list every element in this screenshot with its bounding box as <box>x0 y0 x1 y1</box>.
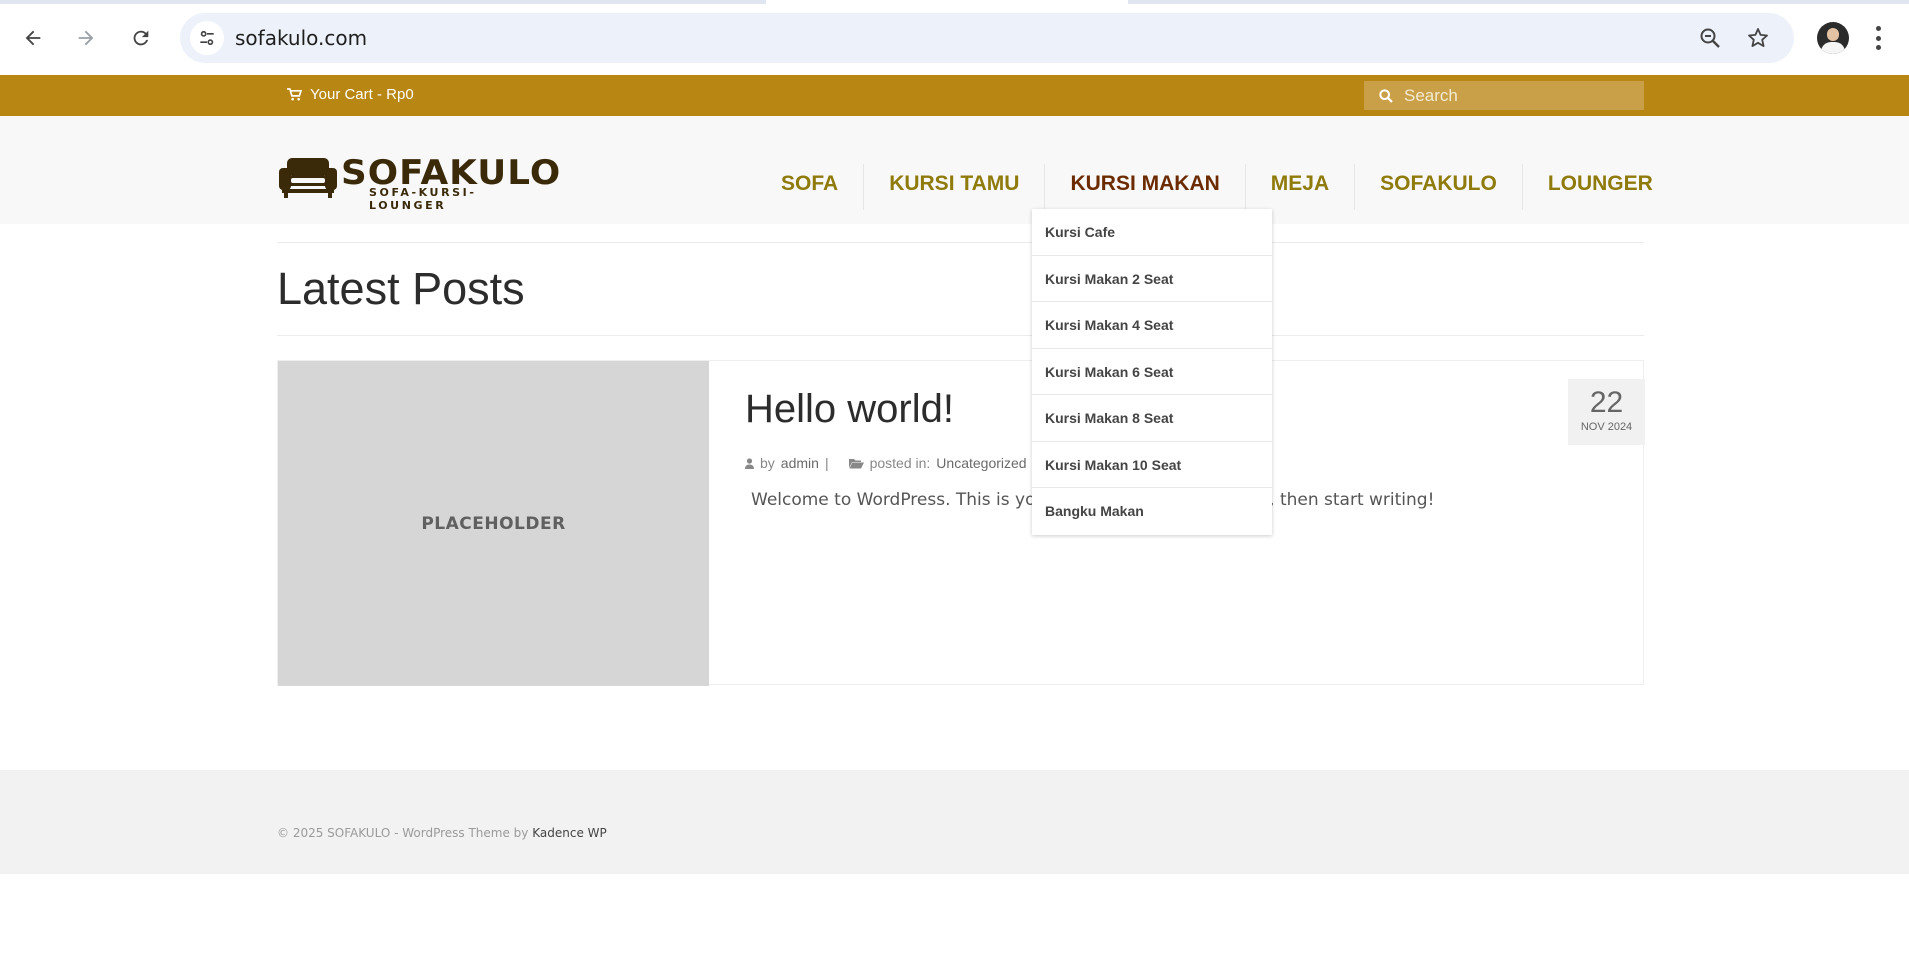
bookmark-button[interactable] <box>1745 25 1771 51</box>
bookmark-star-icon <box>1748 28 1768 47</box>
logo-tagline: SOFA-KURSI-LOUNGER <box>369 186 477 212</box>
search-input[interactable] <box>1404 85 1624 106</box>
address-bar[interactable]: sofakulo.com <box>180 13 1794 63</box>
browser-chrome: sofakulo.com <box>0 0 1909 75</box>
logo-wordmark: SOFAKULO <box>341 153 562 193</box>
main-nav: SOFA KURSI TAMU KURSI MAKAN MEJA SOFAKUL… <box>756 164 1678 210</box>
search-icon <box>1379 88 1393 103</box>
post-date-day: 22 <box>1589 386 1624 419</box>
back-button[interactable] <box>15 20 51 56</box>
url-text[interactable]: sofakulo.com <box>235 26 367 50</box>
dropdown-item[interactable]: Kursi Makan 8 Seat <box>1032 395 1272 442</box>
zoom-button[interactable] <box>1697 25 1723 51</box>
site-footer: © 2025 SOFAKULO - WordPress Theme by Kad… <box>0 770 1909 874</box>
divider <box>277 335 1644 336</box>
cart-link[interactable]: Your Cart - Rp0 <box>287 86 414 103</box>
user-icon <box>745 457 754 469</box>
nav-item-lounger[interactable]: LOUNGER <box>1521 164 1678 210</box>
nav-item-kursi-tamu[interactable]: KURSI TAMU <box>863 164 1044 210</box>
nav-item-meja[interactable]: MEJA <box>1244 164 1354 210</box>
dropdown-item[interactable]: Kursi Cafe <box>1032 209 1272 256</box>
forward-button[interactable] <box>68 20 104 56</box>
zoom-out-icon <box>1700 28 1720 48</box>
back-arrow-icon <box>25 30 41 46</box>
post-meta: by admin | posted in: Uncategorized <box>745 455 1027 471</box>
kadence-link[interactable]: Kadence WP <box>532 826 607 840</box>
tab-strip-gap <box>766 0 1128 4</box>
site-info-icon <box>200 30 214 46</box>
footer-credit: © 2025 SOFAKULO - WordPress Theme by Kad… <box>277 826 607 840</box>
placeholder-label: PLACEHOLDER <box>421 513 566 534</box>
reload-button[interactable] <box>123 20 159 56</box>
dropdown-item[interactable]: Bangku Makan <box>1032 488 1272 535</box>
credit-text: © 2025 SOFAKULO - WordPress Theme by <box>277 826 529 840</box>
dropdown-item[interactable]: Kursi Makan 4 Seat <box>1032 302 1272 349</box>
reload-icon <box>133 30 149 46</box>
author-link[interactable]: admin <box>781 455 819 471</box>
excerpt-start: Welcome to WordPress. This is yo <box>751 490 1036 510</box>
profile-avatar[interactable] <box>1817 22 1849 54</box>
tab-strip <box>0 0 1909 4</box>
post-card: PLACEHOLDER Hello world! by admin | post… <box>277 360 1645 686</box>
avatar-body <box>1821 42 1845 54</box>
post-date-month: NOV 2024 <box>1580 421 1633 433</box>
nav-item-sofakulo[interactable]: SOFAKULO <box>1354 164 1522 210</box>
cart-icon <box>287 88 302 101</box>
posted-in-label: posted in: <box>869 455 931 471</box>
post-thumbnail[interactable]: PLACEHOLDER <box>278 361 709 686</box>
sofa-logo-icon <box>279 158 337 198</box>
kursi-makan-dropdown: Kursi Cafe Kursi Makan 2 Seat Kursi Maka… <box>1032 209 1272 535</box>
site-info-button[interactable] <box>190 21 224 55</box>
page-title: Latest Posts <box>277 263 525 314</box>
post-title[interactable]: Hello world! <box>745 387 954 432</box>
dropdown-item[interactable]: Kursi Makan 2 Seat <box>1032 256 1272 302</box>
nav-item-sofa[interactable]: SOFA <box>756 164 863 210</box>
category-link[interactable]: Uncategorized <box>936 455 1026 471</box>
excerpt-end: t, then start writing! <box>1262 490 1435 510</box>
nav-item-kursi-makan[interactable]: KURSI MAKAN <box>1044 164 1244 210</box>
folder-open-icon <box>848 458 864 468</box>
divider <box>277 242 1644 243</box>
more-menu-icon[interactable] <box>1875 26 1881 50</box>
avatar-face <box>1827 28 1839 41</box>
cart-label: Your Cart - Rp0 <box>310 86 414 103</box>
post-date-badge: 22 NOV 2024 <box>1568 379 1645 445</box>
by-label: by <box>760 455 775 471</box>
site-search[interactable] <box>1364 81 1644 110</box>
site-logo[interactable]: SOFAKULO SOFA-KURSI-LOUNGER <box>279 156 560 212</box>
site-header: SOFAKULO SOFA-KURSI-LOUNGER SOFA KURSI T… <box>0 116 1909 224</box>
dropdown-item[interactable]: Kursi Makan 10 Seat <box>1032 442 1272 488</box>
forward-arrow-icon <box>78 30 94 46</box>
site-topbar: Your Cart - Rp0 <box>0 75 1909 116</box>
meta-separator: | <box>824 455 829 471</box>
dropdown-item[interactable]: Kursi Makan 6 Seat <box>1032 349 1272 395</box>
